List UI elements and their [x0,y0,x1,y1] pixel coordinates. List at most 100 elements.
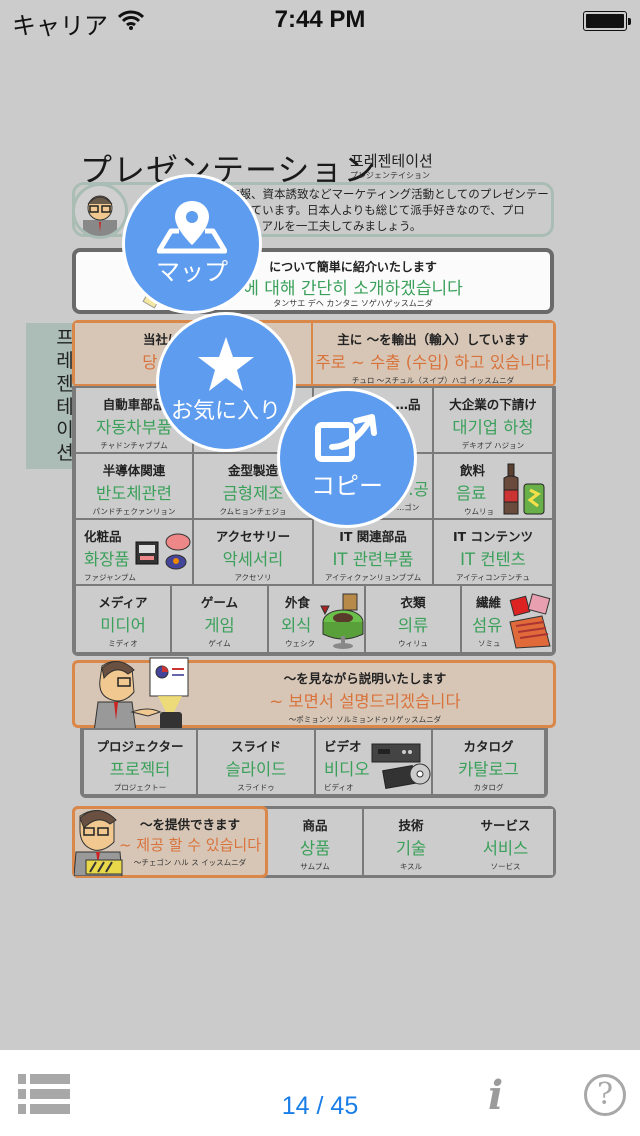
cell-japanese: 技術 [398,818,424,833]
vocab-cell: ビデオ 비디오 ビディオ [314,728,433,796]
vocab-cell: 大企業の下請け 대기업 하청 デキオプ ハジョン [432,386,554,454]
vocab-cell: 繊維 섬유 ソミュ [460,584,554,654]
map-button-label: マップ [156,258,228,286]
cell-kana: チュロ 〜スチュル（スイプ）ハゴ イッスムニダ [351,376,515,384]
cell-korean: 주로 ~ 수출 (수입) 하고 있습니다 [315,353,551,372]
vocab-cell: 半導体関連 반도체관련 パンドチェクァンリョン [74,452,194,520]
page-title-kana: プレジェンテイション [350,171,430,180]
cell-kana: ファジャンプム [84,573,136,582]
cell-kana: パンドチェクァンリョン [92,507,176,516]
cell-korean: 카탈로그 [458,760,519,779]
cell-korean: ~ 보면서 설명드리겠습니다 [269,692,461,711]
cell-korean: 반도체관련 [96,484,172,503]
share-copy-icon [312,413,382,473]
battery-icon [583,11,631,31]
cell-japanese: 主に 〜を輸出（輸入）しています [337,332,529,347]
vocab-cell: 飲料 음료 ウムリョ [432,452,554,520]
cosmetics-illustration [135,533,191,570]
intro-text: 広報、資本誘致などマーケティング活動としてのプレゼンテー 着しています。日本人よ… [228,186,558,234]
vocab-cell: ゲーム 게임 ゲイム [170,584,269,654]
vocab-cell: IT 関連部品 IT 관련부품 アイティクァンリョンブプム [312,518,434,586]
cell-japanese: スライド [230,739,281,754]
page-indicator: 14 / 45 [281,1092,359,1120]
cell-japanese: IT 関連部品 [339,529,407,544]
vocab-cell: 技術 기술 キスル [362,809,460,875]
cell-kana: アクセソリ [234,573,272,582]
map-button[interactable]: マップ [122,174,262,314]
cell-kana: チャドンチャブプム [100,441,168,450]
star-icon [196,335,256,397]
explain-phrase: 〜を見ながら説明いたします ~ 보면서 설명드리겠습니다 〜ポミョンソ ソルミョ… [180,664,550,724]
clock: 7:44 PM [274,6,366,33]
vocab-cell: カタログ 카탈로그 カタログ [431,728,546,796]
cell-kana: キスル [399,862,423,871]
favorite-button-label: お気に入り [170,399,281,424]
cell-kana: ウィリュ [398,639,428,648]
copy-button-label: コピー [311,472,383,500]
cell-kana: アイティクァンリョンブプム [324,573,422,582]
vocab-cell: 商品 상품 サムプム [268,809,364,875]
cell-korean: 슬라이드 [225,760,287,779]
intro-line: ビジュアルを一工夫してみましょう。 [228,219,422,233]
cell-japanese: プロジェクター [96,739,184,754]
cell-japanese: 衣類 [400,595,426,610]
cell-korean: 기술 [395,839,427,858]
cell-kana: ゲイム [208,639,231,648]
cell-kana: ミディオ [108,639,138,648]
cell-japanese: 商品 [302,818,328,833]
cell-korean: 악세서리 [222,550,284,569]
slide-page[interactable]: プレゼンテーション 프레젠테이션 プレジェンテイション 広報、資本誘致などマーケ… [0,40,640,1050]
cell-japanese: カタログ [463,739,514,754]
cell-korean: 상품 [299,839,331,858]
vocab-cell: IT コンテンツ IT 컨텐츠 アイティコンテンチュ [432,518,554,586]
cell-korean: IT 관련부품 [332,550,414,569]
dining-illustration [320,593,364,649]
cell-kana: プロジェクトー [113,783,167,792]
copy-share-button[interactable]: コピー [277,388,417,528]
video-player-illustration [371,743,431,790]
info-icon[interactable]: i [488,1072,503,1119]
favorite-button[interactable]: お気に入り [156,312,296,452]
cell-korean: 프로젝터 [109,760,171,779]
vocab-cell: 化粧品 화장품 ファジャンプム [74,518,194,586]
cell-kana: 〜ポミョンソ ソルミョンドゥリゲッスムニダ [288,715,442,724]
cell-japanese: 〜を見ながら説明いたします [283,671,447,686]
intro-line: 広報、資本誘致などマーケティング活動としてのプレゼンテー [228,187,549,201]
help-icon[interactable]: ? [584,1074,626,1116]
vocab-cell: メディア 미디어 ミディオ [74,584,172,654]
cell-japanese: メディア [98,595,148,610]
bottom-toolbar: 14 / 45 i ? [0,1050,640,1136]
vocab-cell: 衣類 의류 ウィリュ [364,584,462,654]
vocab-cell: 外食 외식 ウェシク [267,584,366,654]
vocab-cell: アクセサリー 악세서리 アクセソリ [192,518,314,586]
cell-kana: ソービス [490,862,521,871]
cell-japanese: サービス [480,818,531,833]
status-bar: キャリア 7:44 PM [0,0,640,40]
cell-korean: ~ 제공 할 수 있습니다 [118,836,262,854]
provide-phrase: 〜を提供できます ~ 제공 할 수 있습니다 〜チェゴン ハル ス イッスムニダ [114,810,266,874]
presenter-avatar [72,183,128,239]
cell-korean: 대기업 하청 [452,418,534,437]
cell-kana: カタログ [473,783,504,792]
cell-japanese: ゲーム [200,595,239,610]
drinks-illustration [503,463,545,515]
vocab-cell: プロジェクター 프로젝터 プロジェクトー [82,728,198,796]
cell-japanese: IT コンテンツ [452,529,534,544]
vocab-cell: スライド 슬라이드 スライドゥ [196,728,316,796]
textile-illustration [509,593,551,649]
phrase-cell: 主に 〜を輸出（輸入）しています 주로 ~ 수출 (수입) 하고 있습니다 チュ… [313,323,553,384]
cell-kana: デキオプ ハジョン [461,441,525,450]
cell-korean: 서비스 [482,839,529,858]
cell-kana: サムプム [300,862,330,871]
cell-korean: IT 컨텐츠 [460,550,526,569]
cell-japanese: 半導体関連 [102,463,166,478]
intro-line: 着しています。日本人よりも総じて派手好きなので、プロ [228,203,525,217]
cell-kana: クムヒョンチェジョ [219,507,287,516]
cell-japanese: 大企業の下請け [449,397,537,412]
cell-korean: 미디어 [100,616,146,635]
page-title-korean: 프레젠테이션 [350,152,433,170]
vocab-cell: サービス 서비스 ソービス [458,809,553,875]
cell-japanese: 〜を提供できます [139,817,240,832]
cell-kana: スライドゥ [237,783,275,792]
cell-kana: アイティコンテンチュ [455,573,531,582]
